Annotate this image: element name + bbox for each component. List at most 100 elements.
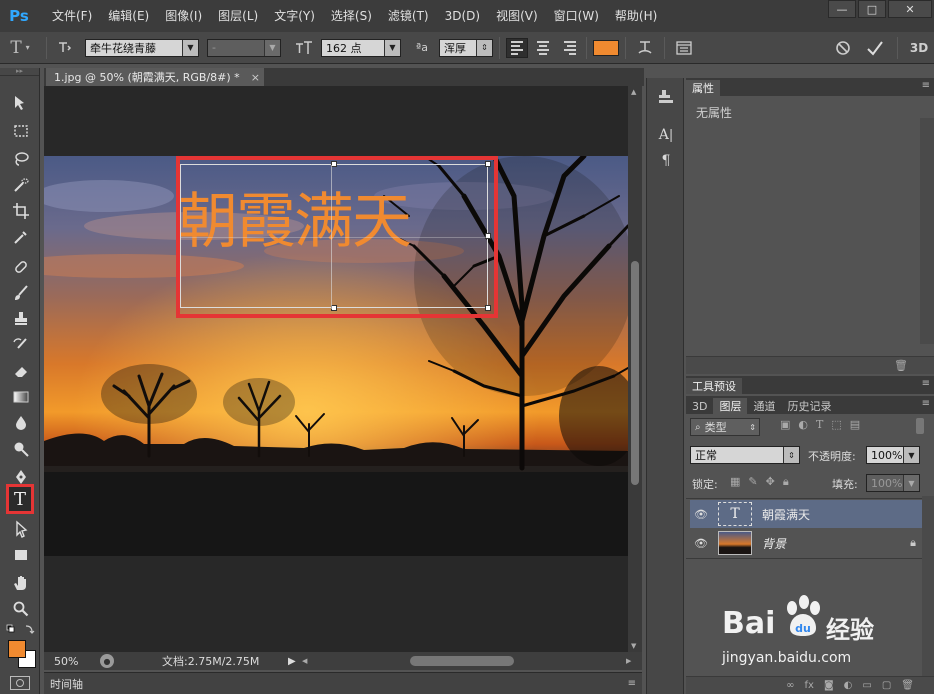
panel-grip[interactable]: ▸▸ (0, 68, 39, 76)
eraser-tool-icon[interactable] (9, 360, 33, 382)
toggle-text-orientation-icon[interactable] (53, 36, 75, 60)
tab-3d[interactable]: 3D (686, 398, 713, 414)
menu-image[interactable]: 图像(I) (157, 0, 210, 32)
font-style-select[interactable]: - ▼ (207, 38, 281, 57)
minimize-button[interactable]: — (828, 0, 856, 18)
scroll-left-icon[interactable]: ◀ (302, 657, 307, 665)
adjustment-layer-icon[interactable]: ◐ (844, 680, 853, 691)
scroll-right-icon[interactable]: ▶ (626, 657, 631, 665)
lasso-tool-icon[interactable] (9, 148, 33, 170)
dodge-tool-icon[interactable] (9, 438, 33, 460)
filter-toggle[interactable] (916, 418, 924, 434)
menu-edit[interactable]: 编辑(E) (100, 0, 157, 32)
character-dock-icon[interactable]: A | (647, 122, 685, 148)
marquee-tool-icon[interactable] (9, 120, 33, 142)
document-tab[interactable]: 1.jpg @ 50% (朝霞满天, RGB/8#) * × (46, 68, 264, 86)
panel-menu-icon[interactable]: ≡ (922, 398, 930, 409)
eyedropper-tool-icon[interactable] (9, 226, 33, 248)
vertical-scrollbar[interactable]: ▲ ▼ (628, 86, 642, 652)
font-size-select[interactable]: 162 点 ▼ (321, 38, 401, 57)
layer-row-background[interactable]: 👁︎ 背景 🔒︎ (690, 529, 926, 557)
zoom-level[interactable]: 50% (54, 655, 94, 668)
layer-name[interactable]: 朝霞满天 (762, 506, 810, 523)
lock-all-icon[interactable]: 🔒︎ (783, 475, 789, 489)
text-color-swatch[interactable] (593, 39, 619, 56)
timeline-tab[interactable]: 时间轴 (50, 676, 83, 692)
lock-image-icon[interactable]: ✎ (748, 475, 757, 489)
align-right-button[interactable] (558, 38, 580, 58)
default-colors-icon[interactable] (6, 624, 36, 636)
link-layers-icon[interactable]: ∞ (786, 680, 794, 691)
filter-type-icon[interactable]: T (816, 418, 823, 431)
maximize-button[interactable]: □ (858, 0, 886, 18)
type-tool-preset-icon[interactable]: T ▾ (0, 36, 40, 60)
hand-tool-icon[interactable] (9, 572, 33, 594)
font-family-select[interactable]: 牵牛花绕青藤 ▼ (85, 38, 199, 57)
menu-file[interactable]: 文件(F) (44, 0, 100, 32)
commit-edits-icon[interactable] (859, 36, 891, 60)
canvas-area[interactable]: 朝霞满天 (44, 86, 628, 652)
character-panel-icon[interactable] (671, 36, 697, 60)
tool-presets-dock-icon[interactable] (647, 84, 685, 110)
path-selection-tool-icon[interactable] (9, 518, 33, 540)
layer-filter-select[interactable]: ⌕ 类型 ⇕ (690, 418, 760, 436)
trash-icon[interactable]: 🗑 (894, 359, 908, 372)
document-image[interactable]: 朝霞满天 (44, 156, 628, 556)
add-mask-icon[interactable]: ◙ (824, 680, 834, 691)
properties-scrollbar[interactable] (920, 118, 934, 344)
menu-view[interactable]: 视图(V) (488, 0, 546, 32)
new-layer-icon[interactable]: ▢ (882, 680, 891, 691)
clone-stamp-tool-icon[interactable] (9, 308, 33, 330)
fill-input[interactable]: 100% ▼ (866, 474, 920, 492)
close-tab-icon[interactable]: × (251, 71, 260, 84)
status-menu-arrow-icon[interactable]: ▶ (288, 656, 296, 667)
status-options-icon[interactable]: ● (100, 654, 114, 668)
filter-adjustment-icon[interactable]: ◐ (798, 418, 808, 431)
antialias-select[interactable]: 浑厚 ⇕ (439, 38, 493, 57)
trash-icon[interactable]: 🗑 (901, 680, 914, 691)
menu-layer[interactable]: 图层(L) (210, 0, 266, 32)
move-tool-icon[interactable] (9, 92, 33, 114)
warp-text-icon[interactable] (632, 36, 658, 60)
blur-tool-icon[interactable] (9, 412, 33, 434)
tab-tool-presets[interactable]: 工具预设 (686, 378, 742, 394)
blend-mode-select[interactable]: 正常 ⇕ (690, 446, 800, 464)
quick-mask-icon[interactable] (10, 676, 30, 690)
panel-menu-icon[interactable]: ≡ (922, 80, 930, 91)
brush-tool-icon[interactable] (9, 282, 33, 304)
healing-brush-tool-icon[interactable] (9, 256, 33, 278)
panel-menu-icon[interactable]: ≡ (628, 678, 636, 689)
layer-name[interactable]: 背景 (762, 535, 786, 552)
timeline-panel[interactable]: 时间轴 ≡ (44, 672, 642, 694)
rectangle-tool-icon[interactable] (9, 544, 33, 566)
scroll-thumb[interactable] (631, 261, 639, 485)
lock-position-icon[interactable]: ✥ (766, 475, 775, 489)
color-swatches[interactable] (8, 640, 38, 670)
tab-history[interactable]: 历史记录 (781, 398, 837, 414)
foreground-color[interactable] (8, 640, 26, 658)
opacity-input[interactable]: 100% ▼ (866, 446, 920, 464)
menu-type[interactable]: 文字(Y) (266, 0, 323, 32)
tab-channels[interactable]: 通道 (747, 398, 781, 414)
quick-selection-tool-icon[interactable] (9, 174, 33, 196)
zoom-tool-icon[interactable] (9, 598, 33, 620)
3d-button[interactable]: 3D (904, 36, 934, 60)
visibility-eye-icon[interactable]: 👁︎ (690, 537, 712, 550)
menu-select[interactable]: 选择(S) (323, 0, 380, 32)
align-center-button[interactable] (532, 38, 554, 58)
panel-menu-icon[interactable]: ≡ (922, 378, 930, 389)
close-button[interactable]: ✕ (888, 0, 932, 18)
paragraph-dock-icon[interactable]: ¶ (647, 148, 685, 174)
align-left-button[interactable] (506, 37, 528, 58)
tab-properties[interactable]: 属性 (686, 80, 720, 96)
horizontal-scroll-thumb[interactable] (410, 656, 514, 666)
type-tool-icon[interactable]: T (6, 484, 34, 514)
cancel-edits-icon[interactable] (827, 36, 859, 60)
layer-row-text[interactable]: 👁︎ T 朝霞满天 (690, 500, 926, 528)
history-brush-tool-icon[interactable] (9, 334, 33, 356)
menu-help[interactable]: 帮助(H) (607, 0, 665, 32)
new-group-icon[interactable]: ▭ (862, 680, 871, 691)
layer-effects-icon[interactable]: fx (805, 680, 814, 691)
tab-layers[interactable]: 图层 (713, 398, 748, 414)
visibility-eye-icon[interactable]: 👁︎ (690, 508, 712, 521)
